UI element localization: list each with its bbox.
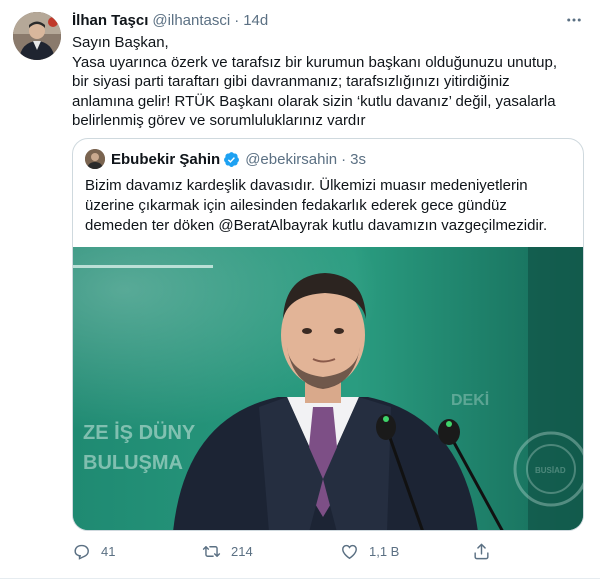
backdrop-text: BUSİAD [535, 466, 566, 475]
like-count: 1,1 B [369, 543, 400, 559]
tweet-time[interactable]: 14d [243, 12, 268, 29]
quoted-avatar-image [85, 149, 105, 169]
quoted-author-name: Ebubekir Şahin [111, 150, 221, 168]
quoted-tweet-photo[interactable]: ZE İŞ DÜNY BULUŞMA DEKİ BUSİAD [73, 247, 583, 530]
share-button[interactable] [472, 542, 491, 561]
tweet-text: Sayın Başkan, Yasa uyarınca özerk ve tar… [72, 33, 584, 131]
quoted-text-line: demeden ter döken @BeratAlbayrak kutlu d… [85, 217, 548, 234]
author-handle[interactable]: @ilhantasci [152, 12, 230, 29]
tweet-actions: 41 214 1,1 B [72, 540, 512, 562]
quoted-tweet-text: Bizim davamız kardeşlik davasıdır. Ülkem… [85, 176, 573, 236]
quoted-text-line: Bizim davamız kardeşlik davasıdır. Ülkem… [85, 177, 528, 194]
more-horizontal-icon [567, 18, 581, 22]
quoted-tweet-header: Ebubekir Şahin @ebekirsahin · 3s [85, 149, 366, 169]
reply-count: 41 [101, 543, 116, 559]
tweet-text-line: Yasa uyarınca özerk ve tarafsız bir kuru… [72, 53, 558, 71]
verified-badge-icon [223, 151, 240, 168]
tweet-text-line: Sayın Başkan, [72, 34, 169, 51]
retweet-button[interactable]: 214 [202, 542, 253, 561]
quoted-tweet[interactable]: Ebubekir Şahin @ebekirsahin · 3s Bizim d… [72, 138, 584, 531]
reply-button[interactable]: 41 [72, 542, 115, 561]
tweet-text-line: bir siyasi parti taraftarı gibi davranma… [72, 73, 510, 90]
share-icon [474, 543, 489, 559]
tweet-header: İlhan Taşcı @ilhantasci · 14d [72, 9, 268, 31]
tweet-text-line: anlamına gelir! RTÜK Başkanı olarak sizi… [72, 92, 556, 110]
reply-icon [74, 544, 89, 560]
quoted-author-handle: @ebekirsahin [245, 150, 338, 168]
like-icon [342, 544, 357, 559]
like-button[interactable]: 1,1 B [340, 542, 399, 561]
backdrop-text: ZE İŞ DÜNY [83, 421, 196, 444]
more-options-button[interactable] [564, 10, 584, 30]
retweet-icon [202, 545, 221, 557]
author-name[interactable]: İlhan Taşcı [72, 12, 148, 29]
backdrop-text: DEKİ [451, 391, 489, 409]
quoted-author-avatar [85, 149, 105, 169]
tweet-text-line: belirlenmiş görev ve sorumluluklarınız v… [72, 112, 366, 129]
quoted-text-line: üzerine çıkarmak için ailesinden fedakar… [85, 197, 507, 214]
author-avatar-image [13, 12, 61, 60]
tweet[interactable]: İlhan Taşcı @ilhantasci · 14d Sayın Başk… [0, 0, 600, 579]
author-avatar[interactable] [13, 12, 61, 60]
quoted-tweet-time: 3s [350, 150, 366, 168]
backdrop-text: BULUŞMA [83, 452, 183, 474]
separator-dot: · [234, 11, 240, 29]
separator-dot: · [341, 150, 347, 168]
photo-image: ZE İŞ DÜNY BULUŞMA DEKİ BUSİAD [73, 247, 583, 530]
retweet-count: 214 [231, 543, 253, 559]
